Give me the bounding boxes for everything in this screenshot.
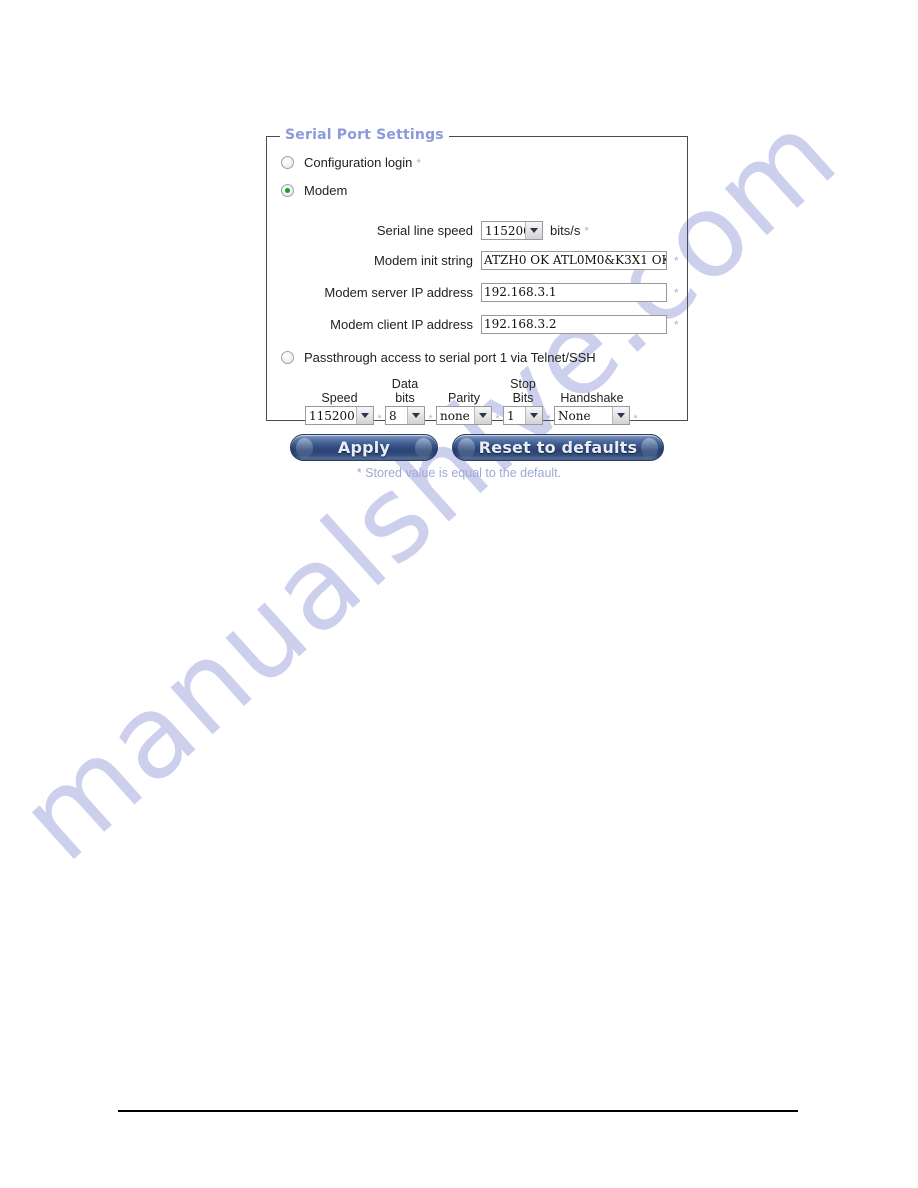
select-value-passthrough-speed: 115200	[309, 408, 355, 423]
input-modem-init-string[interactable]: ATZH0 OK ATL0M0&K3X1 OK	[481, 251, 667, 270]
chevron-down-icon[interactable]	[612, 407, 629, 424]
default-marker-handshake: *	[633, 413, 638, 425]
default-marker-serial-line-speed: *	[584, 223, 590, 238]
default-marker-configuration-login: *	[416, 155, 422, 170]
default-marker-data-bits: *	[428, 413, 433, 425]
form-row-modem-server-ip: Modem server IP address 192.168.3.1 *	[303, 283, 679, 302]
unit-bits-per-second: bits/s	[550, 223, 581, 238]
label-modem-init-string: Modem init string	[374, 253, 473, 268]
cell-stop-bits: 1	[503, 406, 543, 425]
chevron-down-icon[interactable]	[474, 407, 491, 424]
page-footer-rule	[118, 1110, 798, 1112]
header-handshake: Handshake	[560, 391, 624, 405]
input-modem-client-ip[interactable]: 192.168.3.2	[481, 315, 667, 334]
radio-modem-icon[interactable]	[281, 184, 294, 197]
select-serial-line-speed[interactable]: 115200	[481, 221, 543, 240]
default-marker-modem-init-string: *	[674, 253, 679, 268]
default-marker-parity: *	[495, 413, 500, 425]
header-stop-bits: Stop Bits	[510, 377, 536, 405]
label-modem-client-ip: Modem client IP address	[330, 317, 473, 332]
default-marker-speed: *	[377, 413, 382, 425]
header-parity: Parity	[448, 391, 480, 405]
radio-row-modem[interactable]: Modem	[281, 183, 347, 198]
select-passthrough-data-bits[interactable]: 8	[385, 406, 425, 425]
watermark: manualshive.com	[0, 87, 918, 1170]
chevron-down-icon[interactable]	[407, 407, 424, 424]
serial-port-settings-panel: Serial Port Settings Configuration login…	[266, 127, 688, 425]
select-value-passthrough-parity: none	[440, 408, 470, 423]
select-value-serial-line-speed: 115200	[485, 223, 525, 238]
header-data-bits: Data bits	[391, 377, 419, 405]
panel-title: Serial Port Settings	[280, 127, 449, 143]
radio-label-configuration-login: Configuration login	[304, 155, 413, 170]
radio-passthrough-icon[interactable]	[281, 351, 294, 364]
default-marker-stop-bits: *	[546, 413, 551, 425]
select-passthrough-parity[interactable]: none	[436, 406, 492, 425]
default-value-footnote: * Stored value is equal to the default.	[356, 466, 562, 480]
form-row-serial-line-speed: Serial line speed 115200 bits/s *	[303, 221, 589, 240]
apply-button[interactable]: Apply	[290, 434, 438, 461]
input-modem-server-ip[interactable]: 192.168.3.1	[481, 283, 667, 302]
radio-configuration-login-icon[interactable]	[281, 156, 294, 169]
chevron-down-icon[interactable]	[525, 222, 542, 239]
radio-label-modem: Modem	[304, 183, 348, 198]
apply-button-label: Apply	[337, 438, 391, 457]
cell-data-bits: 8	[385, 406, 425, 425]
action-buttons: Apply Reset to defaults	[290, 434, 664, 461]
select-value-passthrough-data-bits: 8	[389, 408, 397, 423]
radio-row-passthrough[interactable]: Passthrough access to serial port 1 via …	[281, 350, 596, 365]
select-passthrough-speed[interactable]: 115200	[305, 406, 374, 425]
header-speed: Speed	[321, 391, 358, 405]
reset-button-label: Reset to defaults	[478, 438, 638, 457]
label-modem-server-ip: Modem server IP address	[324, 285, 473, 300]
passthrough-field-row: 115200 * 8 * none * 1 * None *	[305, 406, 641, 425]
select-value-passthrough-stop-bits: 1	[507, 408, 515, 423]
passthrough-header-row: Speed Data bits Parity Stop Bits Handsha…	[305, 377, 641, 405]
form-row-modem-client-ip: Modem client IP address 192.168.3.2 *	[303, 315, 679, 334]
select-value-passthrough-handshake: None	[558, 408, 591, 423]
reset-to-defaults-button[interactable]: Reset to defaults	[452, 434, 664, 461]
radio-row-configuration-login[interactable]: Configuration login *	[281, 155, 421, 170]
select-passthrough-handshake[interactable]: None	[554, 406, 630, 425]
cell-handshake: None	[554, 406, 630, 425]
label-serial-line-speed: Serial line speed	[376, 223, 473, 238]
cell-parity: none	[436, 406, 492, 425]
default-marker-modem-client-ip: *	[674, 317, 679, 332]
passthrough-parameters: Speed Data bits Parity Stop Bits Handsha…	[305, 377, 641, 425]
default-marker-modem-server-ip: *	[674, 285, 679, 300]
select-passthrough-stop-bits[interactable]: 1	[503, 406, 543, 425]
chevron-down-icon[interactable]	[356, 407, 373, 424]
chevron-down-icon[interactable]	[525, 407, 542, 424]
form-row-modem-init-string: Modem init string ATZH0 OK ATL0M0&K3X1 O…	[303, 251, 679, 270]
cell-speed: 115200	[305, 406, 374, 425]
radio-label-passthrough: Passthrough access to serial port 1 via …	[304, 350, 596, 365]
